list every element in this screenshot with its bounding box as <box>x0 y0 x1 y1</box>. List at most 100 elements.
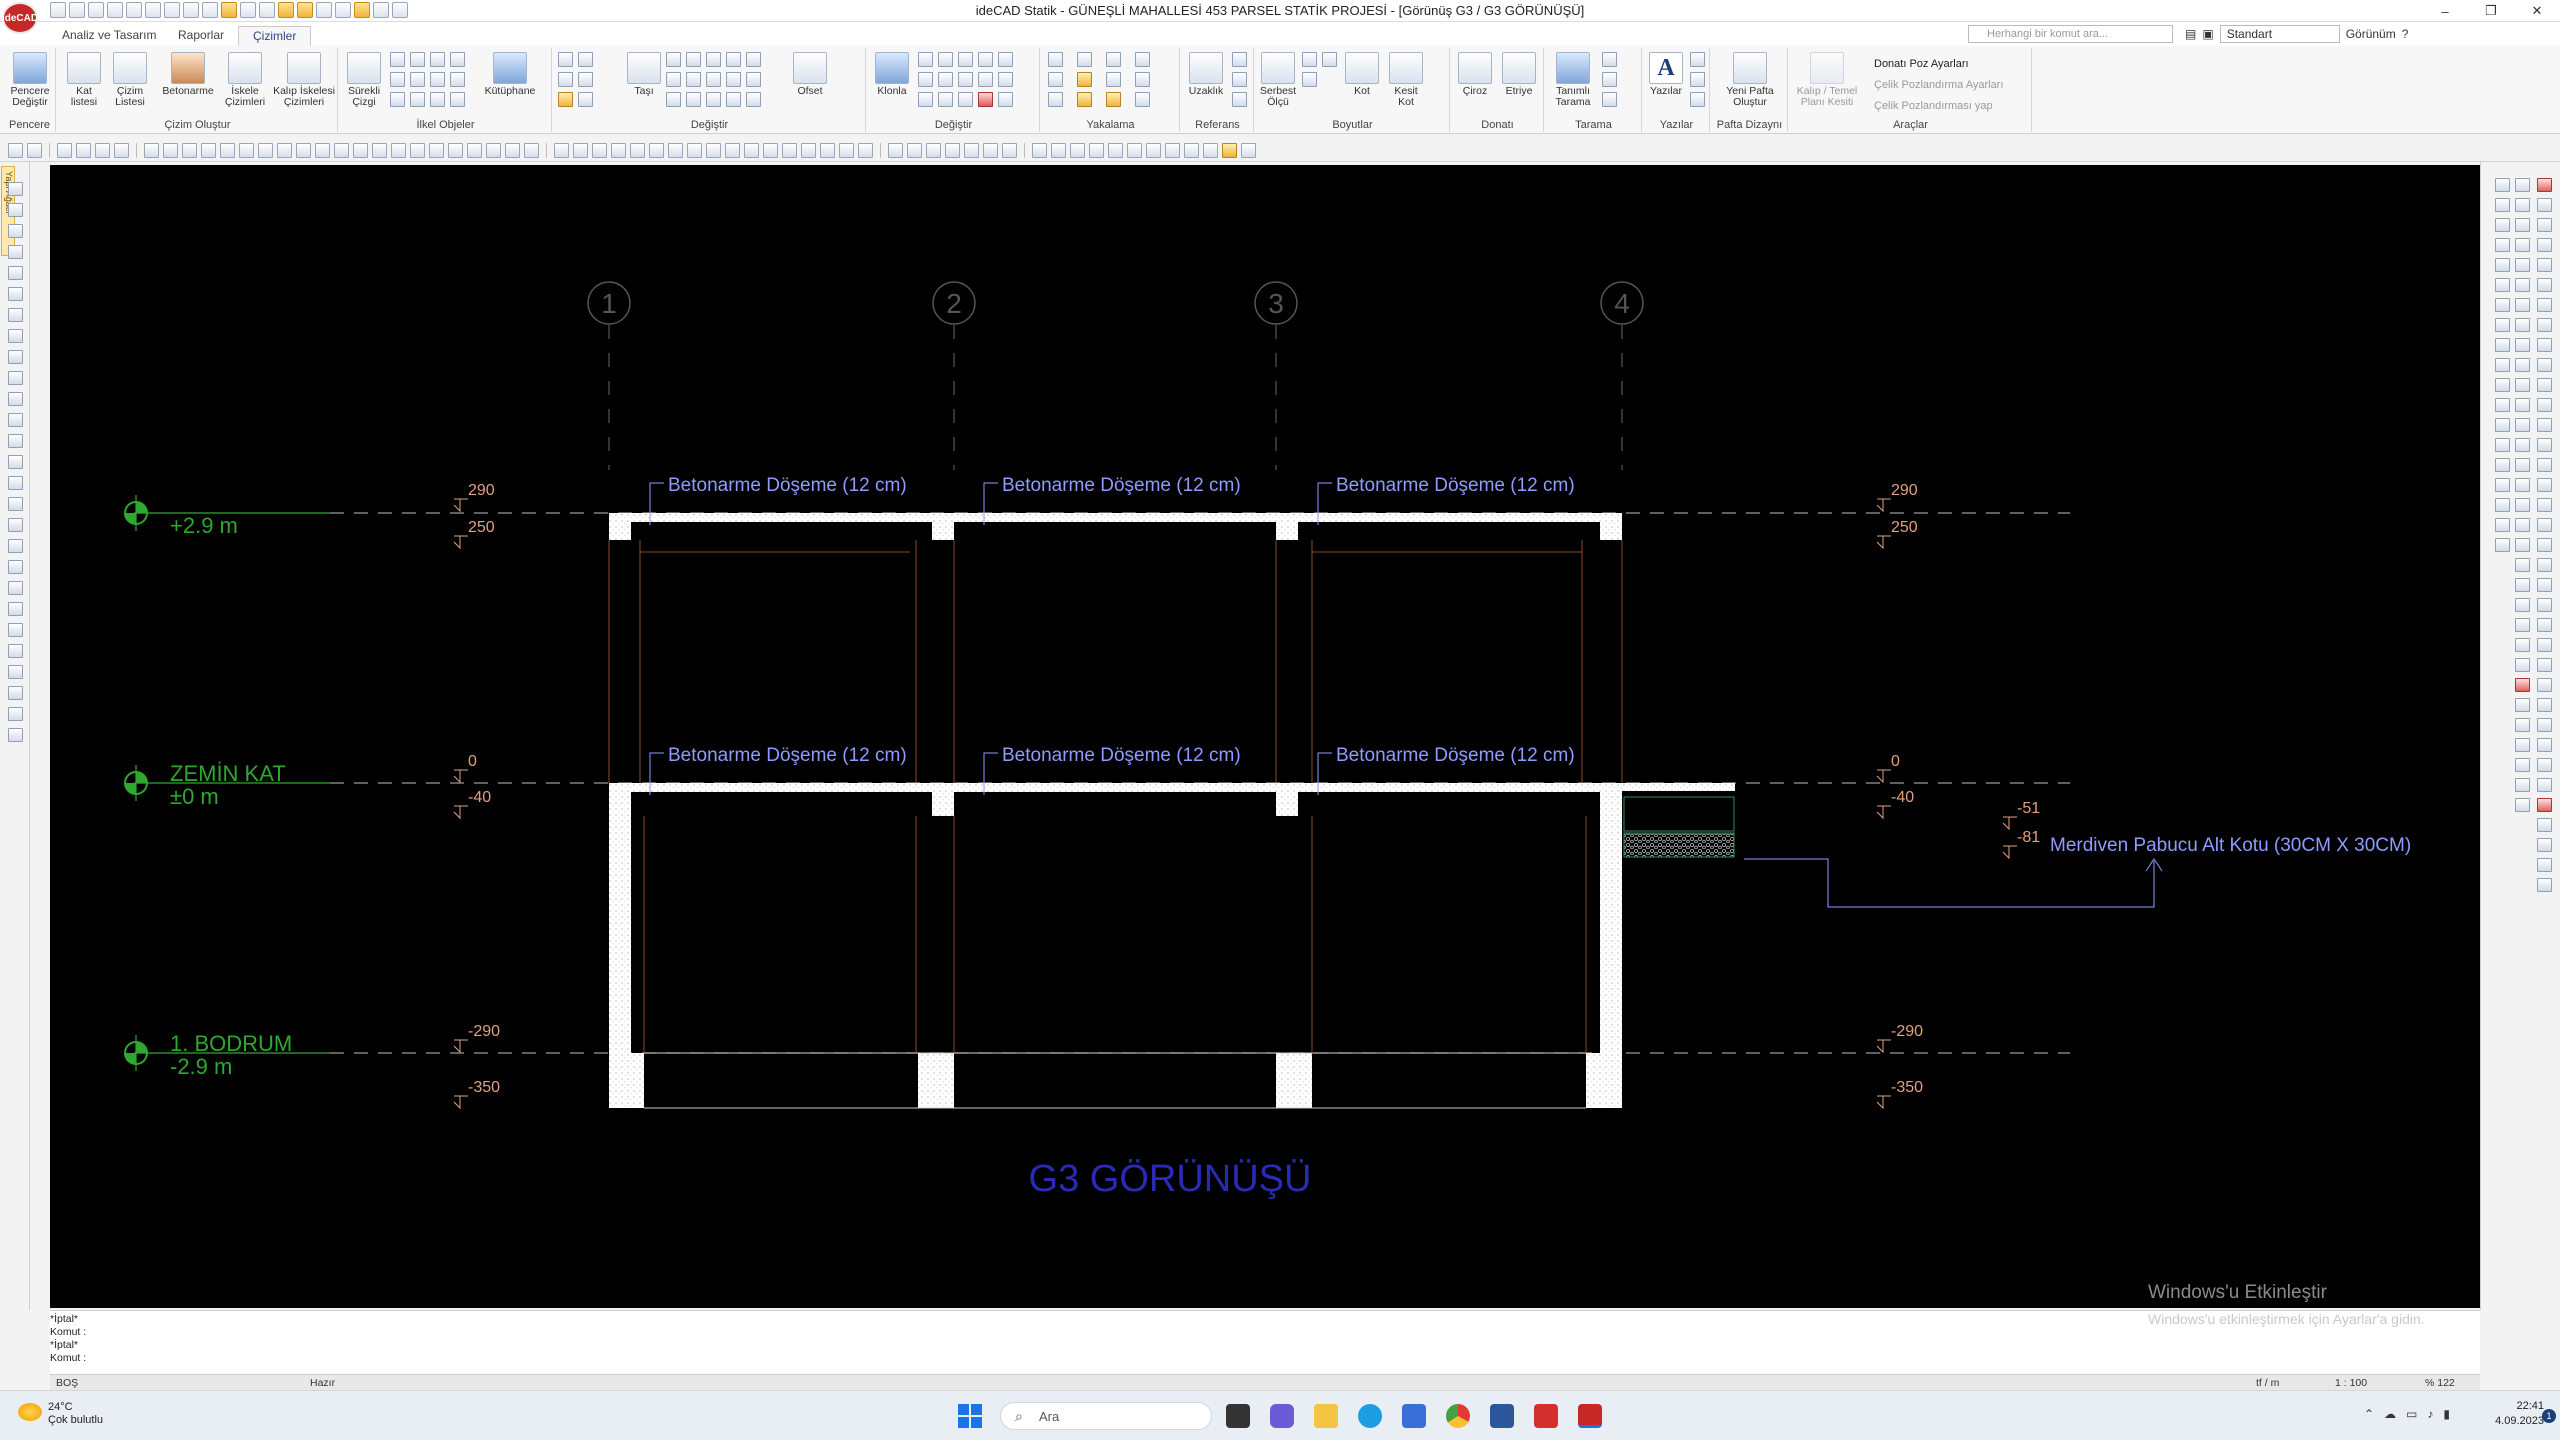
file-explorer-icon[interactable] <box>1314 1404 1338 1428</box>
chrome-icon[interactable] <box>1446 1404 1470 1428</box>
obj-icon-79[interactable] <box>2537 718 2552 732</box>
surekli-cizgi-button[interactable]: Sürekli Çizgi <box>342 52 386 108</box>
eraser-icon[interactable] <box>578 92 593 107</box>
network-icon[interactable]: ▭ <box>2406 1407 2417 1421</box>
align2-icon[interactable] <box>666 92 681 107</box>
obj-icon-40[interactable] <box>2515 578 2530 592</box>
word-icon[interactable] <box>1490 1404 1514 1428</box>
obj-icon-67[interactable] <box>2537 478 2552 492</box>
hatch-tool-icon[interactable] <box>524 143 539 158</box>
obj-icon-27[interactable] <box>2515 318 2530 332</box>
obj-icon-82[interactable] <box>2537 778 2552 792</box>
join-icon[interactable] <box>746 52 761 67</box>
yeni-pafta-button[interactable]: Yeni Pafta Oluştur <box>1718 52 1782 108</box>
taskbar-search[interactable]: ⌕ Ara <box>1000 1402 1212 1430</box>
explode-icon[interactable] <box>746 72 761 87</box>
image-tool-icon[interactable] <box>611 143 626 158</box>
rect2-tool-icon[interactable] <box>706 143 721 158</box>
tree-icon-26[interactable] <box>8 707 23 721</box>
paste-icon[interactable] <box>938 52 953 67</box>
view1-tool-icon[interactable] <box>1032 143 1047 158</box>
tree-icon-7[interactable] <box>8 308 23 322</box>
obj-icon-52[interactable] <box>2537 178 2552 192</box>
block-tool-icon[interactable] <box>592 143 607 158</box>
obj-icon-51[interactable] <box>2515 798 2530 812</box>
iskele-cizimleri-button[interactable]: İskele Çizimleri <box>220 52 270 108</box>
obj-icon-3[interactable] <box>2495 218 2510 232</box>
tree-icon-4[interactable] <box>8 245 23 259</box>
insert-icon[interactable] <box>958 72 973 87</box>
obj-icon-19[interactable] <box>2495 538 2510 552</box>
view3-tool-icon[interactable] <box>1070 143 1085 158</box>
dim2-tool-icon[interactable] <box>801 143 816 158</box>
table-tool-icon[interactable] <box>573 143 588 158</box>
snap-end-icon[interactable] <box>1048 52 1063 67</box>
delete-icon[interactable] <box>978 92 993 107</box>
yazilar-button[interactable]: A Yazılar <box>1646 52 1686 97</box>
trim-tool-icon[interactable] <box>296 143 311 158</box>
tree-icon-2[interactable] <box>8 203 23 217</box>
onedrive-icon[interactable]: ☁ <box>2384 1407 2396 1421</box>
tree-icon-22[interactable] <box>8 623 23 637</box>
obj-icon-46[interactable] <box>2515 698 2530 712</box>
obj-icon-2[interactable] <box>2495 198 2510 212</box>
ellipse-icon[interactable] <box>410 72 425 87</box>
stretch-tool-icon[interactable] <box>429 143 444 158</box>
poly-tool-icon[interactable] <box>668 143 683 158</box>
array-tool-icon[interactable] <box>391 143 406 158</box>
extend-tool-icon[interactable] <box>315 143 330 158</box>
obj-icon-14[interactable] <box>2495 438 2510 452</box>
order-icon[interactable] <box>918 92 933 107</box>
obj-icon-86[interactable] <box>2537 858 2552 872</box>
circle-tool-icon[interactable] <box>687 143 702 158</box>
obj-icon-10[interactable] <box>2495 358 2510 372</box>
scale-tool-icon[interactable] <box>277 143 292 158</box>
zoom-icon[interactable] <box>8 143 23 158</box>
spline-icon[interactable] <box>450 72 465 87</box>
props-tool-icon[interactable] <box>907 143 922 158</box>
measure-tool-icon[interactable] <box>945 143 960 158</box>
tree-icon-10[interactable] <box>8 371 23 385</box>
clock[interactable]: 22:41 4.09.2023 <box>2495 1399 2544 1429</box>
obj-icon-80[interactable] <box>2537 738 2552 752</box>
obj-icon-75[interactable] <box>2537 638 2552 652</box>
pen-tool-icon[interactable] <box>95 143 110 158</box>
chamfer-icon[interactable] <box>726 72 741 87</box>
rect-tool-icon[interactable] <box>505 143 520 158</box>
obj-icon-16[interactable] <box>2495 478 2510 492</box>
obj-icon-11[interactable] <box>2495 378 2510 392</box>
lengthen-icon[interactable] <box>746 92 761 107</box>
divide-icon[interactable] <box>686 92 701 107</box>
obj-icon-77[interactable] <box>2537 678 2552 692</box>
line2-tool-icon[interactable] <box>649 143 664 158</box>
snap-par-icon[interactable] <box>1135 92 1150 107</box>
list-tool-icon[interactable] <box>983 143 998 158</box>
volume-icon[interactable]: ♪ <box>2427 1407 2433 1421</box>
obj-icon-64[interactable] <box>2537 418 2552 432</box>
obj-icon-30[interactable] <box>2515 378 2530 392</box>
array-icon[interactable] <box>686 52 701 67</box>
view4-tool-icon[interactable] <box>1089 143 1104 158</box>
tree-icon-18[interactable] <box>8 539 23 553</box>
tree-icon-25[interactable] <box>8 686 23 700</box>
status-unit[interactable]: tf / m <box>2256 1377 2279 1389</box>
tree-icon-20[interactable] <box>8 581 23 595</box>
id-tool-icon[interactable] <box>1002 143 1017 158</box>
obj-icon-17[interactable] <box>2495 498 2510 512</box>
props-icon[interactable] <box>978 52 993 67</box>
obj-icon-85[interactable] <box>2537 838 2552 852</box>
etriye-button[interactable]: Etriye <box>1498 52 1540 97</box>
obj-icon-22[interactable] <box>2515 218 2530 232</box>
scale-icon[interactable] <box>666 72 681 87</box>
mirror-tool-icon[interactable] <box>239 143 254 158</box>
snap-int-icon[interactable] <box>1135 72 1150 87</box>
move-tool-icon[interactable] <box>182 143 197 158</box>
help-icon[interactable]: ? <box>2402 27 2409 41</box>
binoculars-icon[interactable] <box>8 728 23 742</box>
dim-linear-icon[interactable] <box>1302 52 1317 67</box>
ungroup-icon[interactable] <box>918 72 933 87</box>
rotate-icon[interactable] <box>666 52 681 67</box>
drawing-canvas[interactable]: 1 2 3 4 +2.9 m ZEMİN KAT ±0 m 1. BODRUM … <box>50 165 2480 1308</box>
obj-icon-61[interactable] <box>2537 358 2552 372</box>
obj-icon-81[interactable] <box>2537 758 2552 772</box>
